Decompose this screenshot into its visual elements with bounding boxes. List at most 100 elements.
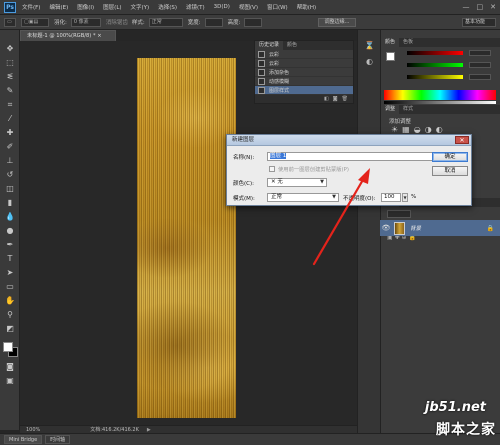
- eraser-icon[interactable]: ◫: [5, 184, 15, 194]
- add-adjustment-label: 添加调整: [389, 119, 412, 125]
- menu-layer[interactable]: 图层(L): [103, 3, 121, 11]
- brush-tool-icon[interactable]: ✐: [5, 142, 15, 152]
- history-item[interactable]: 云彩: [255, 59, 353, 68]
- path-select-icon[interactable]: ➤: [5, 268, 15, 278]
- fg-color-swatch[interactable]: [386, 52, 395, 61]
- refine-edge-button[interactable]: 调整边缘...: [318, 18, 356, 27]
- tab-color[interactable]: 颜色: [283, 41, 301, 50]
- tab-swatches[interactable]: 色板: [399, 38, 417, 47]
- status-bar: 100% 文档:416.2K/416.2K ▶: [20, 425, 380, 433]
- ok-button[interactable]: 确定: [432, 152, 468, 162]
- menu-bar: Ps 文件(F) 编辑(E) 图像(I) 图层(L) 文字(Y) 选择(S) 滤…: [0, 0, 500, 15]
- green-value-input[interactable]: [469, 62, 491, 68]
- snapshot-icon[interactable]: ◙: [333, 95, 338, 103]
- menu-3d[interactable]: 3D(D): [214, 4, 230, 10]
- history-footer: ◧ ◙ 🗑: [255, 95, 353, 103]
- width-input[interactable]: [204, 17, 223, 27]
- cancel-button[interactable]: 取消: [432, 166, 468, 176]
- history-item-selected[interactable]: 图层样式: [255, 86, 353, 95]
- menu-filter[interactable]: 滤镜(T): [186, 3, 205, 11]
- tab-history[interactable]: 历史记录: [255, 41, 284, 50]
- menu-view[interactable]: 视图(V): [239, 3, 258, 11]
- layer-row-background[interactable]: 👁 背景 🔒: [380, 220, 500, 236]
- marquee-tool-icon[interactable]: ▭: [4, 17, 16, 27]
- history-step-icon: [258, 77, 265, 85]
- history-step-icon: [258, 86, 265, 94]
- clone-stamp-icon[interactable]: ⊥: [5, 156, 15, 166]
- maximize-icon[interactable]: □: [477, 3, 484, 11]
- type-tool-icon[interactable]: T: [5, 254, 15, 264]
- photoshop-logo: Ps: [4, 1, 16, 13]
- clipping-mask-checkbox[interactable]: [269, 166, 275, 172]
- shape-tool-icon[interactable]: ▭: [5, 282, 15, 292]
- lasso-tool-icon[interactable]: ᓬ: [5, 72, 15, 82]
- menu-file[interactable]: 文件(F): [22, 3, 40, 11]
- new-document-icon[interactable]: ◧: [324, 95, 329, 103]
- red-slider[interactable]: [407, 51, 463, 55]
- zoom-tool-icon[interactable]: ⚲: [5, 310, 15, 320]
- history-panel-icon[interactable]: ⌛: [364, 40, 375, 51]
- minimize-icon[interactable]: —: [463, 3, 470, 11]
- selection-mode-icons[interactable]: ▢▣▤: [21, 17, 49, 27]
- move-tool-icon[interactable]: ✥: [5, 44, 15, 54]
- feather-input[interactable]: 0 像素: [70, 17, 101, 27]
- color-spectrum[interactable]: [384, 90, 496, 100]
- menu-type[interactable]: 文字(Y): [131, 3, 150, 11]
- menu-select[interactable]: 选择(S): [158, 3, 177, 11]
- toolbox: ✥ ⬚ ᓬ ✎ ⌗ ⁄ ✚ ✐ ⊥ ↺ ◫ ▮ 💧 ● ✒ T ➤ ▭ ✋ ⚲ …: [0, 30, 20, 430]
- window-controls: — □ ✕: [463, 3, 497, 11]
- adjustments-panel-tabs: 调整 样式: [381, 105, 500, 114]
- menu-help[interactable]: 帮助(H): [297, 3, 316, 11]
- antialias-checkbox[interactable]: 消除锯齿: [106, 18, 128, 26]
- menu-image[interactable]: 图像(I): [77, 3, 94, 11]
- quick-select-icon[interactable]: ✎: [5, 86, 15, 96]
- tab-color-panel[interactable]: 颜色: [381, 38, 400, 47]
- layer-filter-select[interactable]: [387, 210, 411, 218]
- grayscale-ramp[interactable]: [384, 101, 496, 104]
- history-item-label: 动感模糊: [269, 78, 290, 85]
- menu-window[interactable]: 窗口(W): [267, 3, 288, 11]
- menu-edit[interactable]: 编辑(E): [49, 3, 68, 11]
- screen-mode-icon[interactable]: ▣: [5, 376, 15, 386]
- history-item[interactable]: 添加杂色: [255, 68, 353, 77]
- history-item-label: 云彩: [269, 51, 280, 58]
- watermark-site: jb51.net: [424, 400, 486, 415]
- zoom-level[interactable]: 100%: [26, 427, 40, 433]
- dialog-close-button[interactable]: ✕: [455, 136, 469, 144]
- crop-tool-icon[interactable]: ⌗: [5, 100, 15, 110]
- blue-slider[interactable]: [407, 75, 463, 79]
- tab-adjustments[interactable]: 调整: [381, 105, 400, 114]
- history-brush-icon[interactable]: ↺: [5, 170, 15, 180]
- tab-timeline[interactable]: 时间轴: [45, 435, 71, 444]
- gradient-tool-icon[interactable]: ▮: [5, 198, 15, 208]
- status-arrow-icon[interactable]: ▶: [147, 427, 151, 433]
- eyedropper-icon[interactable]: ⁄: [5, 114, 15, 124]
- height-input[interactable]: [244, 17, 263, 27]
- history-panel-tabs: 历史记录 颜色: [255, 41, 353, 50]
- marquee-tool-icon[interactable]: ⬚: [5, 58, 15, 68]
- hand-tool-icon[interactable]: ✋: [5, 296, 15, 306]
- pen-tool-icon[interactable]: ✒: [5, 240, 15, 250]
- color-panel-icon[interactable]: ◐: [364, 56, 375, 67]
- history-item[interactable]: 云彩: [255, 50, 353, 59]
- red-value-input[interactable]: [469, 50, 491, 56]
- workspace-select[interactable]: 基本功能: [462, 18, 496, 27]
- blue-value-input[interactable]: [469, 74, 491, 80]
- trash-icon[interactable]: 🗑: [342, 95, 348, 103]
- tab-mini-bridge[interactable]: Mini Bridge: [4, 435, 43, 444]
- history-item[interactable]: 动感模糊: [255, 77, 353, 86]
- adjustment-icons[interactable]: ☀▦◒◑◐: [391, 125, 447, 134]
- document-tab[interactable]: 未标题-1 @ 100%(RGB/8) * ×: [20, 30, 116, 41]
- history-item-label: 图层样式: [269, 87, 290, 94]
- healing-brush-icon[interactable]: ✚: [5, 128, 15, 138]
- tab-styles[interactable]: 样式: [399, 105, 417, 114]
- blur-tool-icon[interactable]: 💧: [5, 212, 15, 222]
- quick-mask-icon[interactable]: ◙: [5, 362, 15, 372]
- foreground-color-swatch[interactable]: [3, 342, 13, 352]
- close-icon[interactable]: ✕: [490, 3, 496, 11]
- style-select[interactable]: 正常: [148, 17, 183, 27]
- green-slider[interactable]: [407, 63, 463, 67]
- default-colors-icon[interactable]: ◩: [5, 324, 15, 334]
- dodge-tool-icon[interactable]: ●: [5, 226, 15, 236]
- opacity-dropdown-icon[interactable]: ▼: [402, 193, 408, 202]
